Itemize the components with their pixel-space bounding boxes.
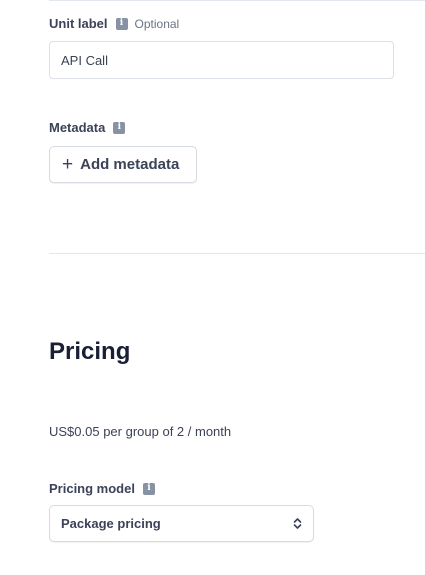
product-form: Unit label i Optional API Call Metadata … bbox=[0, 0, 425, 575]
top-divider bbox=[49, 0, 425, 1]
unit-label-label: Unit label i Optional bbox=[49, 16, 179, 31]
info-icon[interactable]: i bbox=[113, 121, 126, 134]
section-divider bbox=[49, 253, 425, 254]
pricing-model-label-text: Pricing model bbox=[49, 481, 135, 496]
metadata-label-text: Metadata bbox=[49, 120, 106, 135]
unit-label-value: API Call bbox=[61, 52, 108, 68]
pricing-model-label: Pricing model i bbox=[49, 481, 155, 496]
chevron-up-down-icon bbox=[293, 517, 302, 530]
unit-label-text: Unit label bbox=[49, 16, 108, 31]
unit-label-input[interactable]: API Call bbox=[49, 41, 394, 79]
pricing-title: Pricing bbox=[49, 338, 131, 365]
metadata-label: Metadata i bbox=[49, 120, 126, 135]
add-metadata-button[interactable]: + Add metadata bbox=[49, 146, 197, 183]
price-summary: US$0.05 per group of 2 / month bbox=[49, 424, 232, 439]
optional-hint: Optional bbox=[134, 16, 180, 31]
info-icon[interactable]: i bbox=[142, 482, 155, 495]
plus-icon: + bbox=[62, 154, 74, 175]
pricing-model-select[interactable]: Package pricing bbox=[49, 505, 314, 542]
pricing-model-value: Package pricing bbox=[61, 516, 161, 531]
info-icon[interactable]: i bbox=[115, 17, 128, 30]
add-metadata-label: Add metadata bbox=[80, 156, 180, 173]
